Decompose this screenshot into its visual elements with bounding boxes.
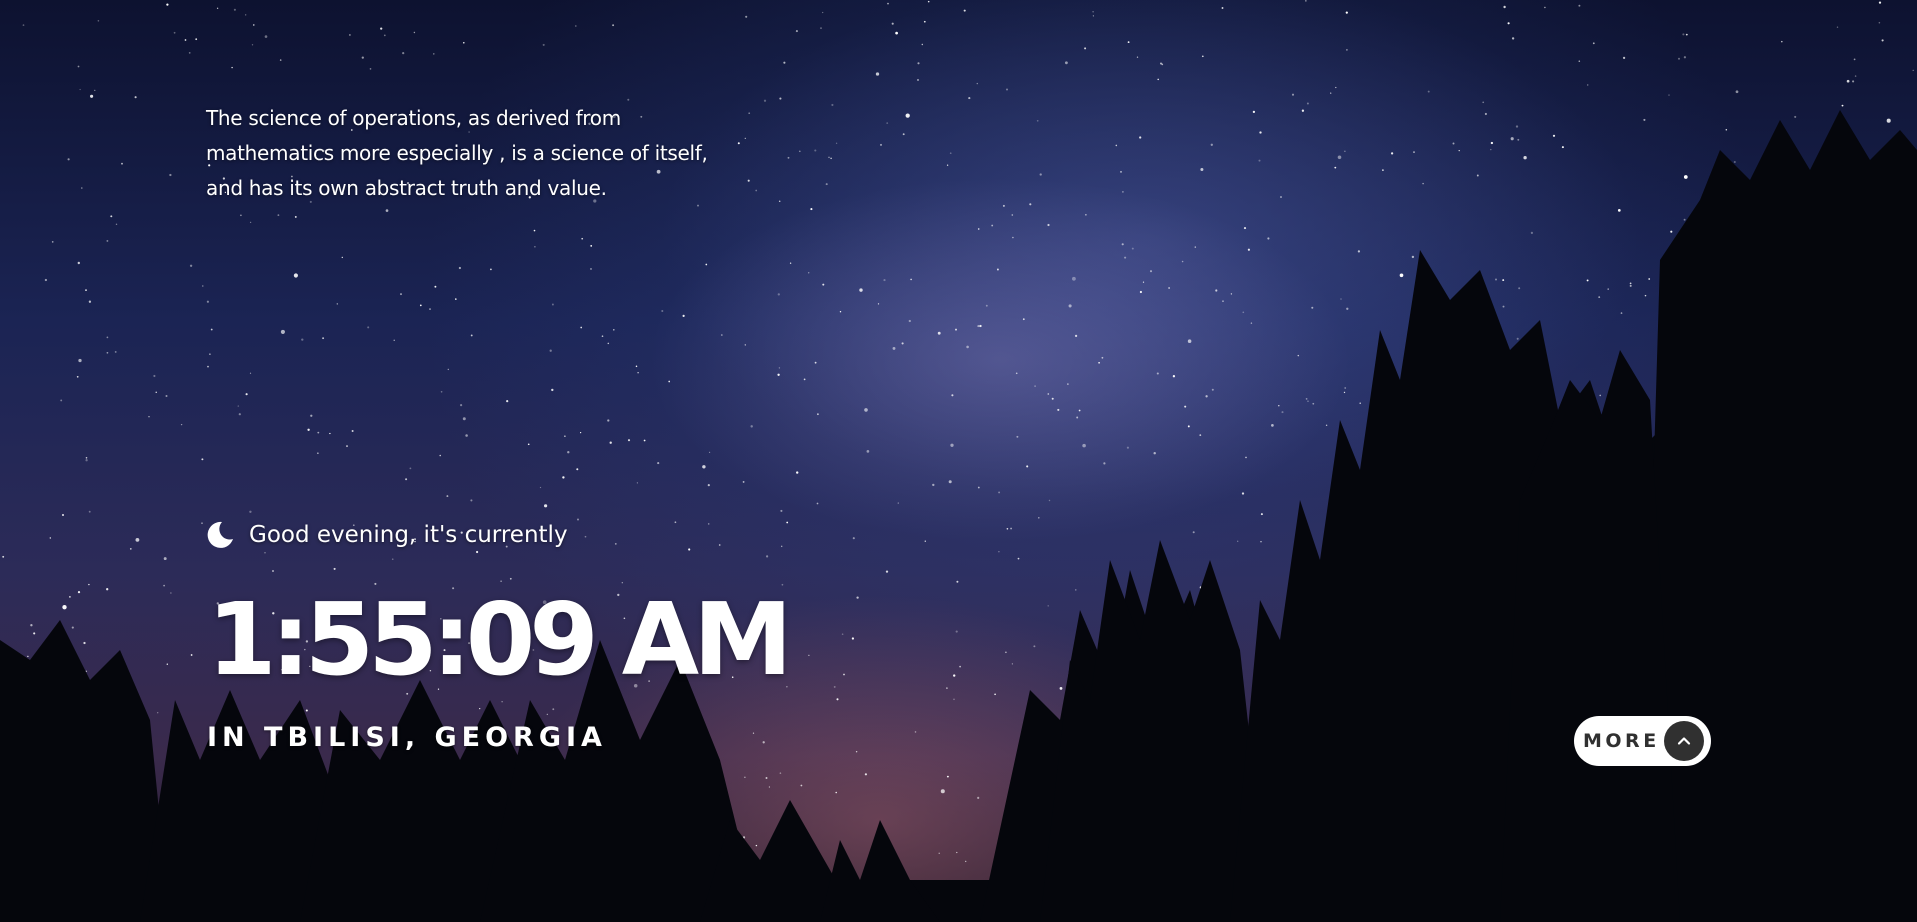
greeting: Good evening, it's currently xyxy=(205,520,568,550)
current-time: 1:55:09 AM xyxy=(207,581,793,698)
more-button[interactable]: MORE xyxy=(1574,716,1711,766)
greeting-text: Good evening, it's currently xyxy=(249,522,568,548)
quote-text: The science of operations, as derived fr… xyxy=(206,106,708,200)
location-text: IN TBILISI, GEORGIA xyxy=(207,722,607,753)
chevron-up-icon xyxy=(1664,721,1704,761)
more-button-label: MORE xyxy=(1583,730,1660,752)
moon-icon xyxy=(205,520,235,550)
